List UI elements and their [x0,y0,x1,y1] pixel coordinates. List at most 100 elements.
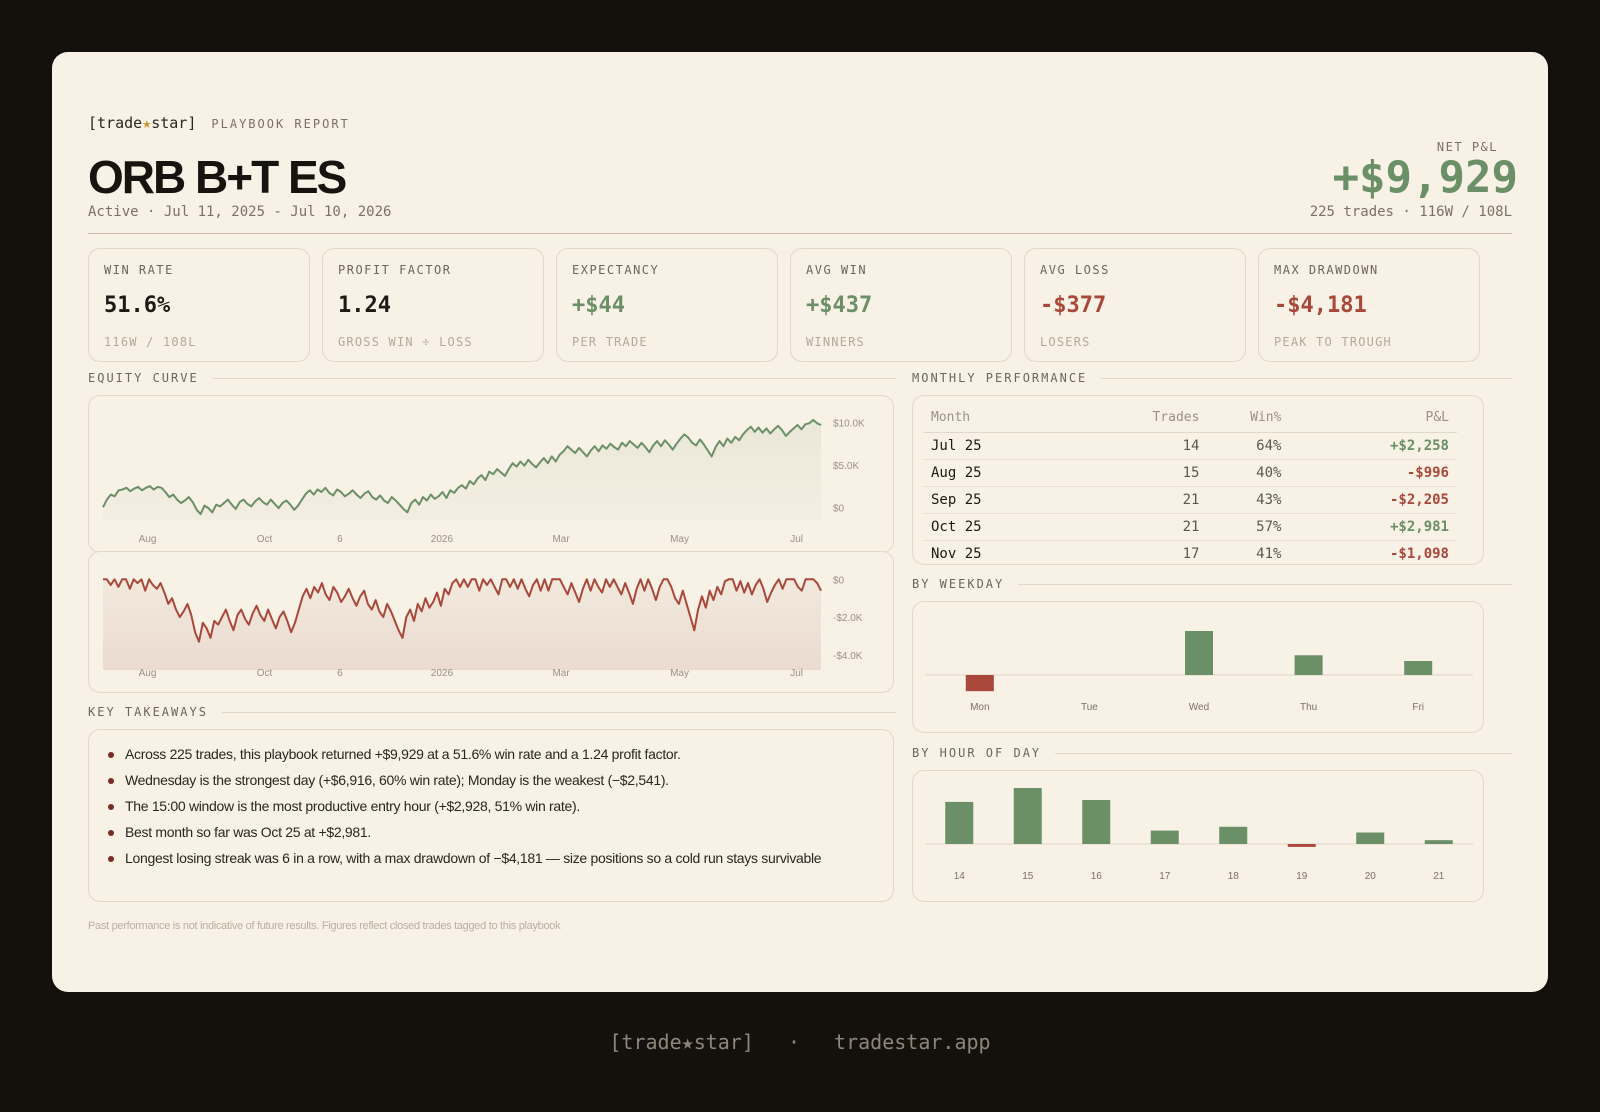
cell-trades: 15 [1076,459,1200,487]
area-fill [103,579,821,670]
bar [1219,826,1248,844]
bar [1082,800,1111,844]
cell-pnl: -$2,205 [1281,486,1457,514]
stat-card-win-rate: WIN RATE 51.6% 116W / 108L [88,248,310,362]
bar [1424,840,1453,844]
disclaimer: Past performance is not indicative of fu… [88,920,561,932]
monthly-table-panel: Month Trades Win% P&L Jul 25 14 64% +$2,… [912,395,1484,565]
bar [965,675,994,692]
footer-brand: [trade★star] [609,1030,754,1054]
section-rule [1018,583,1512,585]
cell-win: 57% [1199,513,1282,541]
stat-label: WIN RATE [104,263,174,277]
bar [1013,788,1042,844]
stat-card-avg-win: AVG WIN +$437 WINNERS [790,248,1012,362]
x-tick-label: 20 [1365,871,1377,882]
stat-subtext: 116W / 108L [104,335,197,349]
cell-trades: 21 [1076,513,1200,541]
report-card: [trade★star] PLAYBOOK REPORT ORB B+T ES … [52,52,1548,992]
cell-month: Oct 25 [923,513,1077,541]
stat-subtext: GROSS WIN ÷ LOSS [338,335,473,349]
cell-pnl: -$1,098 [1281,540,1457,564]
bar [1404,661,1433,675]
cell-pnl: -$996 [1281,459,1457,487]
cell-pnl: +$2,981 [1281,513,1457,541]
drawdown-chart: $0 -$2.0K -$4.0K Aug Oct 6 2026 Mar May Jul [103,575,863,679]
table-row: Aug 25 15 40% -$996 [923,459,1457,487]
stat-value: -$377 [1040,293,1107,318]
stat-value: 51.6% [104,293,171,318]
section-title: BY WEEKDAY [912,577,1005,591]
x-tick-label: Wed [1189,702,1209,713]
x-tick-label: 18 [1228,871,1240,882]
stat-value: +$437 [806,293,873,318]
area-fill [103,419,821,520]
net-pnl-value: +$9,929 [1332,152,1518,203]
stat-subtext: WINNERS [806,335,865,349]
stat-value: 1.24 [338,293,391,318]
section-title: BY HOUR OF DAY [912,746,1042,760]
takeaway-item: The 15:00 window is the most productive … [108,796,893,816]
x-tick-label: Thu [1300,702,1317,713]
y-tick-label: -$4.0K [833,651,863,662]
equity-chart-panel: $10.0K $5.0K $0 Aug Oct 6 2026 Mar May Jul [88,395,894,553]
section-rule [1101,377,1512,379]
takeaways-section-label: KEY TAKEAWAYS [88,705,896,719]
x-tick-label: Mar [552,534,570,545]
stat-subtext: PER TRADE [572,335,648,349]
hour-chart: 14 15 16 17 18 19 20 21 [925,788,1473,882]
x-tick-label: May [670,534,689,545]
stat-card-profit-factor: PROFIT FACTOR 1.24 GROSS WIN ÷ LOSS [322,248,544,362]
column-header-month: Month [923,404,1077,433]
cell-month: Aug 25 [923,459,1077,487]
hour-chart-panel: 14 15 16 17 18 19 20 21 [912,770,1484,902]
weekday-chart-panel: Mon Tue Wed Thu Fri [912,601,1484,733]
y-tick-label: $10.0K [833,418,865,429]
x-tick-label: 21 [1433,871,1445,882]
bar [1294,655,1323,675]
cell-trades: 14 [1076,432,1200,460]
takeaways-list: Across 225 trades, this playbook returne… [89,730,893,868]
cell-trades: 21 [1076,486,1200,514]
section-rule [212,377,896,379]
bar [945,801,974,844]
stat-label: EXPECTANCY [572,263,660,277]
x-tick-label: Aug [139,668,157,679]
cell-month: Sep 25 [923,486,1077,514]
takeaway-item: Across 225 trades, this playbook returne… [108,744,893,764]
table-row: Oct 25 21 57% +$2,981 [923,513,1457,541]
y-tick-label: $0 [833,575,845,586]
brand-logo: [trade★star] [88,114,197,132]
report-subtitle: PLAYBOOK REPORT [211,117,350,131]
footer-separator: · [787,1030,800,1054]
page-title: ORB B+T ES [88,151,347,203]
footer-url: tradestar.app [834,1030,991,1054]
stat-label: PROFIT FACTOR [338,263,452,277]
x-tick-label: 6 [337,534,343,545]
column-header-win: Win% [1199,404,1282,433]
cell-win: 40% [1199,459,1282,487]
x-tick-label: May [670,668,689,679]
column-header-pnl: P&L [1281,404,1457,433]
bar [1150,830,1179,844]
table-row: Jul 25 14 64% +$2,258 [923,432,1457,460]
monthly-table: Month Trades Win% P&L Jul 25 14 64% +$2,… [923,404,1457,564]
table-header-row: Month Trades Win% P&L [923,404,1457,433]
drawdown-chart-panel: $0 -$2.0K -$4.0K Aug Oct 6 2026 Mar May Jul [88,551,894,693]
x-tick-label: 2026 [431,668,454,679]
section-title: MONTHLY PERFORMANCE [912,371,1088,385]
weekday-chart: Mon Tue Wed Thu Fri [925,631,1473,713]
stat-value: +$44 [572,293,625,318]
table-row: Nov 25 17 41% -$1,098 [923,540,1457,564]
column-header-trades: Trades [1076,404,1200,433]
equity-section-label: EQUITY CURVE [88,371,896,385]
x-tick-label: 2026 [431,534,454,545]
x-tick-label: Tue [1081,702,1098,713]
stat-label: AVG WIN [806,263,868,277]
x-tick-label: Mar [552,668,570,679]
section-rule [221,711,896,713]
x-tick-label: 14 [954,871,966,882]
cell-trades: 17 [1076,540,1200,564]
header-divider [88,233,1512,234]
section-title: EQUITY CURVE [88,371,199,385]
